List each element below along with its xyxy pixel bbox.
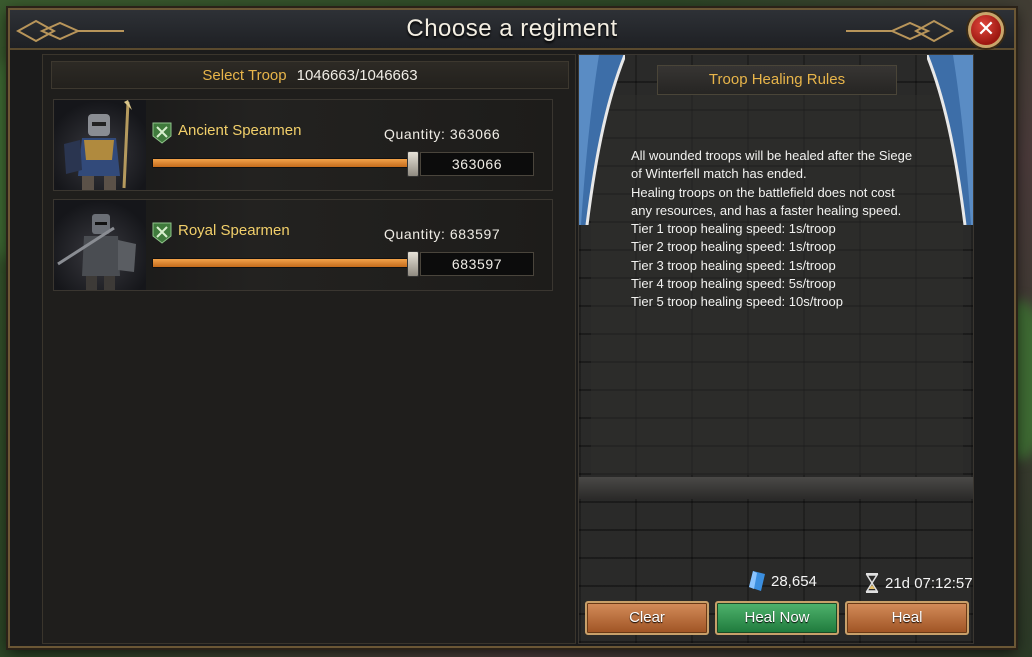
- troop-row: Ancient Spearmen Quantity: 363066 363066: [53, 99, 553, 191]
- troop-quantity-label: Quantity: 683597: [384, 226, 501, 242]
- troop-name: Ancient Spearmen: [178, 122, 302, 139]
- rules-line: Tier 3 troop healing speed: 1s/troop: [631, 257, 836, 273]
- slider-fill: [153, 259, 413, 267]
- select-troop-count: 1046663/1046663: [296, 66, 418, 84]
- close-icon: ✕: [976, 16, 996, 41]
- troop-portrait: [54, 100, 146, 190]
- dialog-title: Choose a regiment: [406, 15, 618, 42]
- gem-amount: 28,654: [771, 572, 817, 590]
- troop-portrait: [54, 200, 146, 290]
- regiment-dialog: Choose a regiment ✕ Select Troop 1046663…: [8, 8, 1016, 648]
- healing-rules-panel: Troop Healing Rules All wounded troops w…: [578, 54, 974, 644]
- timer-value: 21d 07:12:57: [885, 574, 973, 592]
- rules-line: Tier 2 troop healing speed: 1s/troop: [631, 239, 836, 255]
- rules-line: Tier 4 troop healing speed: 5s/troop: [631, 276, 836, 292]
- heal-now-button[interactable]: Heal Now: [715, 601, 839, 635]
- rules-line: All wounded troops will be healed after …: [631, 148, 913, 163]
- slider-thumb[interactable]: [407, 251, 419, 277]
- rules-line: Tier 5 troop healing speed: 10s/troop: [631, 294, 843, 310]
- select-troop-label: Select Troop: [202, 66, 287, 84]
- close-button[interactable]: ✕: [968, 12, 1004, 48]
- troop-quantity-slider[interactable]: [152, 151, 419, 177]
- slider-thumb[interactable]: [407, 151, 419, 177]
- spearmen-badge-icon: [152, 222, 172, 244]
- rules-text: All wounded troops will be healed after …: [631, 147, 951, 312]
- curtain-left: [579, 55, 625, 225]
- rules-line: Tier 1 troop healing speed: 1s/troop: [631, 221, 836, 237]
- troop-quantity-input[interactable]: 363066: [420, 152, 534, 176]
- rules-line: of Winterfell match has ended.: [631, 166, 807, 182]
- title-ornament-right: [846, 19, 954, 43]
- troop-quantity-label: Quantity: 363066: [384, 126, 501, 142]
- stone-ledge: [579, 477, 973, 499]
- rules-title: Troop Healing Rules: [657, 65, 897, 95]
- troop-name: Royal Spearmen: [178, 222, 290, 239]
- troop-quantity-input[interactable]: 683597: [420, 252, 534, 276]
- rules-line: Healing troops on the battlefield does n…: [631, 184, 895, 200]
- troop-list-panel: Select Troop 1046663/1046663 Ancient Spe…: [42, 54, 576, 644]
- troop-quantity-slider[interactable]: [152, 251, 419, 277]
- heal-button[interactable]: Heal: [845, 601, 969, 635]
- rules-line: any resources, and has a faster healing …: [631, 202, 902, 218]
- hourglass-icon: [865, 573, 879, 593]
- heal-timer: 21d 07:12:57: [865, 573, 973, 593]
- gem-icon: [749, 571, 765, 591]
- gem-balance: 28,654: [749, 571, 817, 591]
- clear-button[interactable]: Clear: [585, 601, 709, 635]
- select-troop-header: Select Troop 1046663/1046663: [51, 61, 569, 89]
- title-ornament-left: [16, 19, 124, 43]
- troop-row: Royal Spearmen Quantity: 683597 683597: [53, 199, 553, 291]
- spearmen-badge-icon: [152, 122, 172, 144]
- slider-fill: [153, 159, 413, 167]
- title-bar: Choose a regiment ✕: [10, 10, 1014, 50]
